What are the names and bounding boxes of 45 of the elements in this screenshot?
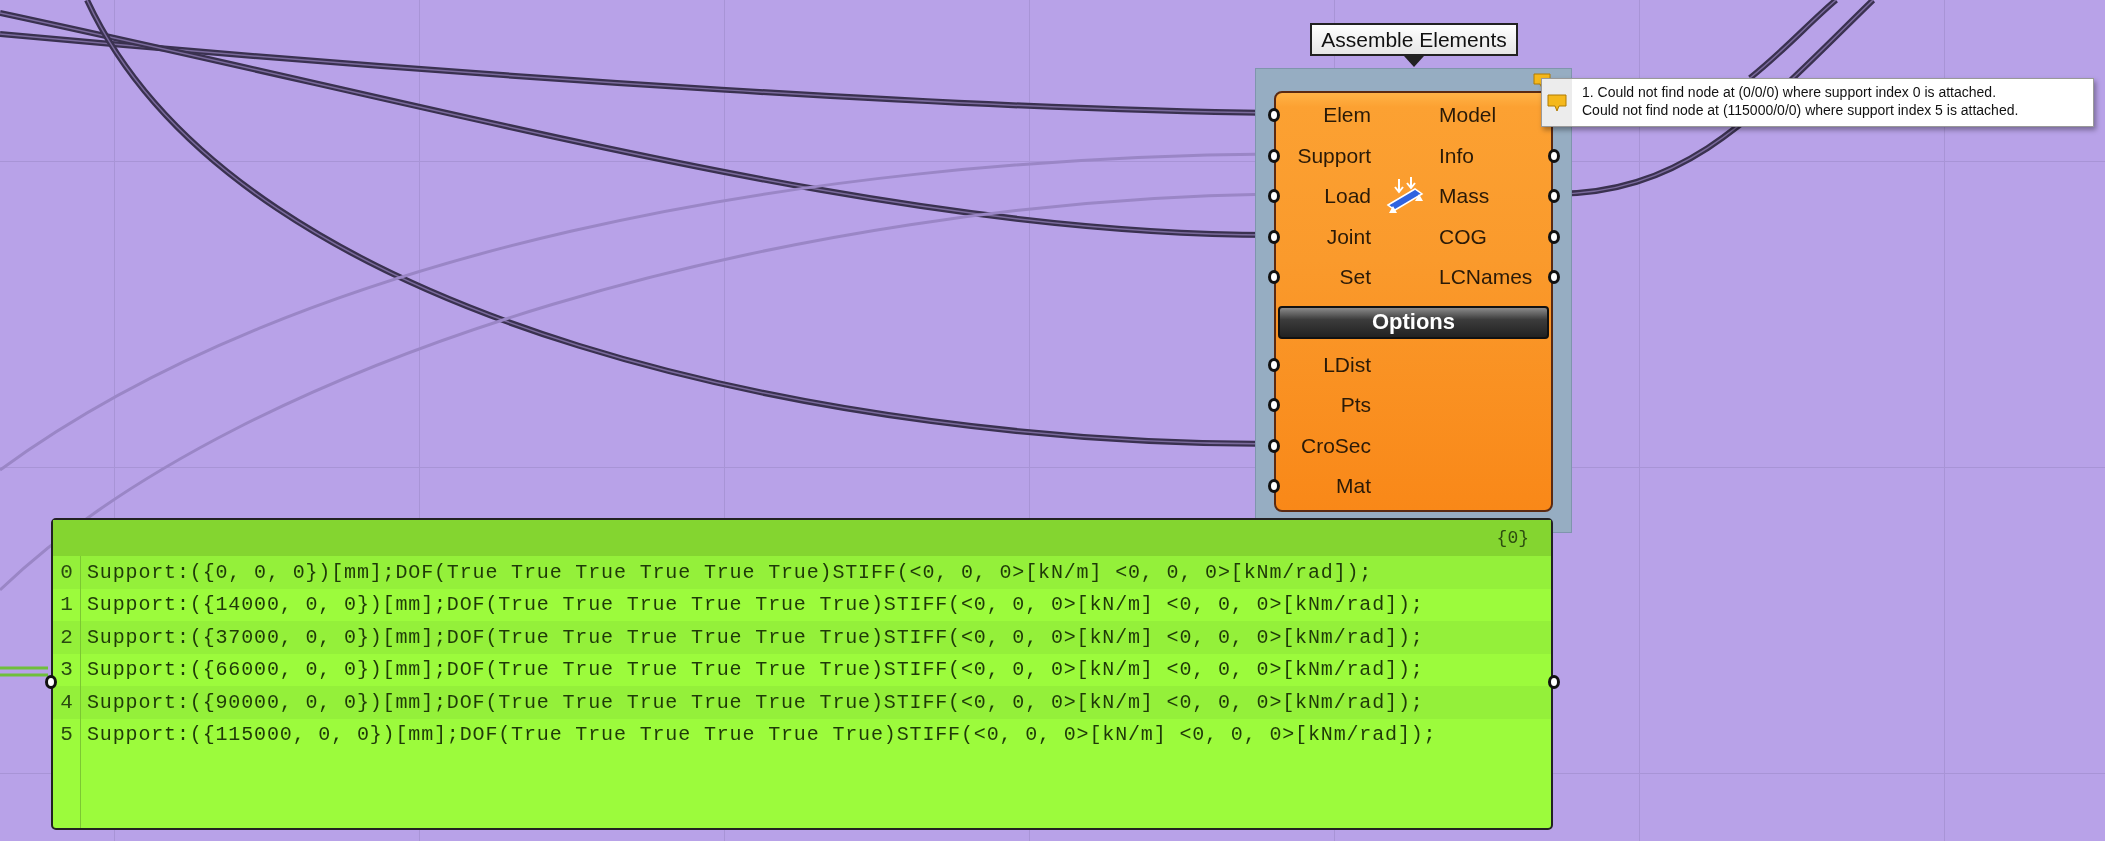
- data-path-label: {0}: [1496, 528, 1529, 548]
- panel-row-text: Support:({14000, 0, 0})[mm];DOF(True True True True True True)STIFF(<0, 0, 0>[kN/m] <0, 0, 0>[kNm/rad]);: [86, 593, 1424, 617]
- warning-message: 1. Could not find node at (0/0/0) where support index 0 is attached.: [1582, 83, 1998, 101]
- output-label: COG: [1439, 216, 1551, 257]
- input-grip[interactable]: [1268, 398, 1280, 413]
- input-label: LDist: [1276, 344, 1371, 385]
- beam-load-icon: [1385, 177, 1425, 216]
- input-grip[interactable]: [1268, 148, 1280, 163]
- panel-row-text: Support:({37000, 0, 0})[mm];DOF(True True True True True True)STIFF(<0, 0, 0>[kN/m] <0, 0, 0>[kNm/rad]);: [86, 625, 1424, 649]
- input-grip[interactable]: [1268, 229, 1280, 244]
- row-index: 2: [53, 621, 81, 654]
- warning-message: Could not find node at (115000/0/0) where support index 5 is attached.: [1582, 101, 2019, 119]
- output-label: LCNames: [1439, 257, 1551, 298]
- options-bar[interactable]: Options: [1278, 305, 1549, 339]
- input-label: Mat: [1276, 466, 1371, 507]
- output-grip[interactable]: [1548, 229, 1560, 244]
- panel-row-text: Support:({66000, 0, 0})[mm];DOF(True True True True True True)STIFF(<0, 0, 0>[kN/m] <0, 0, 0>[kNm/rad]);: [86, 658, 1424, 682]
- input-label: Load: [1276, 176, 1371, 217]
- panel-row-text: Support:({90000, 0, 0})[mm];DOF(True True True True True True)STIFF(<0, 0, 0>[kN/m] <0, 0, 0>[kNm/rad]);: [86, 690, 1424, 714]
- output-grip[interactable]: [1548, 270, 1560, 285]
- output-grip[interactable]: [1548, 189, 1560, 204]
- input-grip[interactable]: [45, 675, 57, 689]
- input-grip[interactable]: [1268, 438, 1280, 453]
- panel-row-text: Support:({0, 0, 0})[mm];DOF(True True True True True True)STIFF(<0, 0, 0>[kN/m] <0, 0, 0>[kNm/rad]);: [86, 560, 1373, 584]
- row-index: 5: [53, 718, 81, 751]
- row-index: 0: [53, 556, 81, 589]
- output-label: Info: [1439, 135, 1551, 176]
- wire: [0, 666, 48, 677]
- input-label: Joint: [1276, 216, 1371, 257]
- input-label: Set: [1276, 257, 1371, 298]
- input-grip[interactable]: [1268, 189, 1280, 204]
- input-label: Elem: [1276, 95, 1371, 136]
- input-grip[interactable]: [1268, 479, 1280, 494]
- input-label: Support: [1276, 135, 1371, 176]
- input-grip[interactable]: [1268, 270, 1280, 285]
- output-label: Mass: [1439, 176, 1551, 217]
- panel-row-text: Support:({115000, 0, 0})[mm];DOF(True True True True True True)STIFF(<0, 0, 0>[kN/m] <0, 0, 0>[kNm/rad]);: [86, 723, 1437, 747]
- output-grip[interactable]: [1548, 148, 1560, 163]
- input-grip[interactable]: [1268, 357, 1280, 372]
- warning-balloon-icon: [1547, 93, 1567, 112]
- component-title: Assemble Elements: [1310, 23, 1518, 56]
- input-label: CroSec: [1276, 425, 1371, 466]
- output-grip[interactable]: [1548, 675, 1560, 689]
- input-label: Pts: [1276, 385, 1371, 426]
- input-grip[interactable]: [1268, 108, 1280, 123]
